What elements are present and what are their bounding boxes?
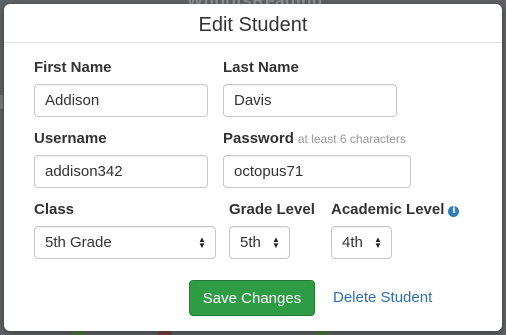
password-label-group: Password at least 6 characters [223,130,406,147]
class-select-value: 5th Grade [45,234,112,251]
grade-level-label: Grade Level [229,201,315,218]
password-field[interactable] [223,155,411,188]
last-name-label: Last Name [223,59,299,76]
modal-header: Edit Student [4,4,502,43]
delete-student-link[interactable]: Delete Student [333,289,432,306]
academic-level-label-group: Academic Level i [331,201,460,218]
grade-level-select-value: 5th [240,234,261,251]
info-icon[interactable]: i [448,206,460,217]
edit-student-modal: Edit Student First Name Last Name Userna… [4,4,502,331]
first-name-field[interactable] [34,84,208,117]
username-field[interactable] [34,155,208,188]
username-label: Username [34,130,107,147]
modal-title: Edit Student [198,13,308,36]
password-hint: at least 6 characters [297,132,406,146]
class-select[interactable]: 5th Grade ▲ ▼ [34,226,216,259]
class-label: Class [34,201,75,218]
select-arrows-icon: ▲ ▼ [272,234,280,250]
last-name-field[interactable] [223,84,397,117]
password-label: Password [223,130,294,147]
save-changes-button[interactable]: Save Changes [189,280,315,316]
select-arrows-icon: ▲ ▼ [374,234,382,250]
academic-level-select-value: 4th [342,234,363,251]
select-arrows-icon: ▲ ▼ [198,234,206,250]
academic-level-select[interactable]: 4th ▲ ▼ [331,226,392,259]
academic-level-label: Academic Level [331,201,445,218]
background-edge [0,95,3,109]
first-name-label: First Name [34,59,112,76]
grade-level-select[interactable]: 5th ▲ ▼ [229,226,290,259]
